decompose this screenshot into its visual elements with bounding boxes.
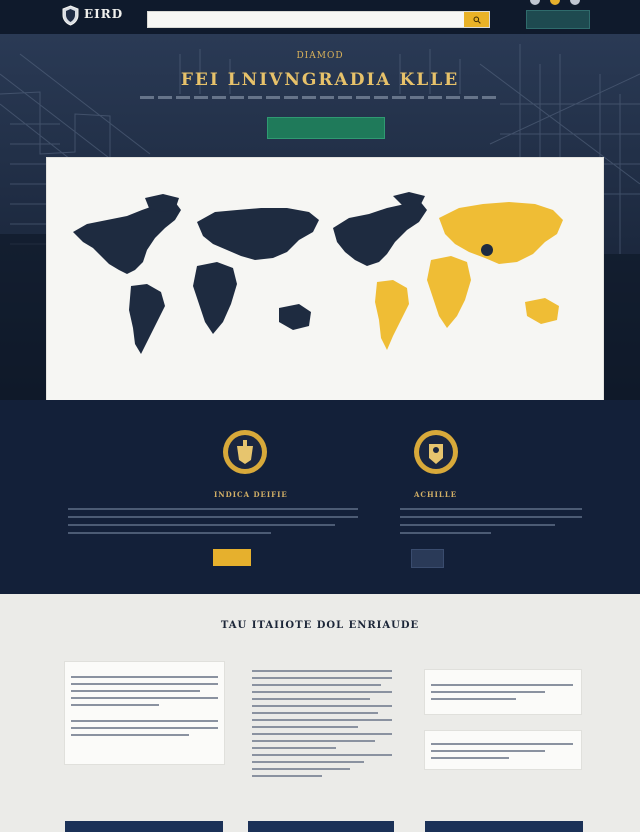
- right-africa-shape: [427, 256, 471, 328]
- right-australia-shape: [525, 298, 559, 324]
- feature-right-button[interactable]: [411, 549, 444, 568]
- search-bar: [147, 11, 490, 28]
- world-map-illustration: [73, 192, 563, 354]
- menu-icon[interactable]: [570, 0, 580, 5]
- info-panel-right-top: [425, 670, 581, 714]
- right-eurasia-shape: [439, 202, 563, 264]
- north-america-shape: [73, 202, 181, 274]
- site-logo[interactable]: EIRD: [62, 5, 123, 26]
- panel-text: [431, 684, 573, 705]
- panel-text: [431, 743, 573, 764]
- location-marker: [481, 244, 493, 256]
- features-section: INDICA DEIFIE ACHILLE: [0, 400, 640, 594]
- header-cta-button[interactable]: [526, 10, 590, 29]
- feature-right-title: ACHILLE: [414, 490, 458, 499]
- hero-section: DIAMOD FEI LNIVNGRADIA KLLE: [0, 34, 640, 400]
- top-icons: [530, 0, 580, 5]
- australia-shape: [279, 304, 311, 330]
- article-text: [252, 670, 392, 782]
- hero-subtitle-text: [140, 96, 500, 99]
- search-button[interactable]: [464, 12, 489, 27]
- right-north-america-shape: [333, 200, 427, 266]
- account-icon[interactable]: [530, 0, 540, 5]
- search-input[interactable]: [148, 12, 464, 27]
- top-navigation-bar: EIRD: [0, 0, 640, 34]
- feature-left-title: INDICA DEIFIE: [214, 490, 288, 499]
- footer-tab-1[interactable]: [65, 821, 223, 832]
- logo-title: EIRD: [84, 7, 124, 21]
- shield-icon: [62, 5, 79, 26]
- feature-right-text: [400, 508, 582, 548]
- hero-kicker: DIAMOD: [296, 51, 344, 61]
- africa-shape: [193, 262, 237, 334]
- notification-icon[interactable]: [550, 0, 560, 5]
- south-america-shape: [129, 284, 165, 354]
- hero-title: FEI LNIVNGRADIA KLLE: [180, 70, 460, 90]
- crest-emblem-icon: [223, 430, 267, 474]
- hero-cta-button[interactable]: [267, 117, 385, 139]
- info-panel-right-bottom: [425, 731, 581, 769]
- europe-asia-shape: [197, 208, 319, 260]
- crest-emblem-icon: [414, 430, 458, 474]
- content-section-title: TAU ITAIIOTE DOL ENRIAUDE: [220, 620, 420, 631]
- content-section: TAU ITAIIOTE DOL ENRIAUDE: [0, 594, 640, 832]
- right-south-america-shape: [375, 280, 409, 350]
- footer-tab-3[interactable]: [425, 821, 583, 832]
- search-icon: [473, 16, 481, 24]
- panel-text: [71, 676, 218, 741]
- footer-tab-2[interactable]: [248, 821, 394, 832]
- world-map-card: [47, 158, 603, 400]
- feature-left-button[interactable]: [213, 549, 251, 566]
- info-panel-left: [65, 662, 224, 764]
